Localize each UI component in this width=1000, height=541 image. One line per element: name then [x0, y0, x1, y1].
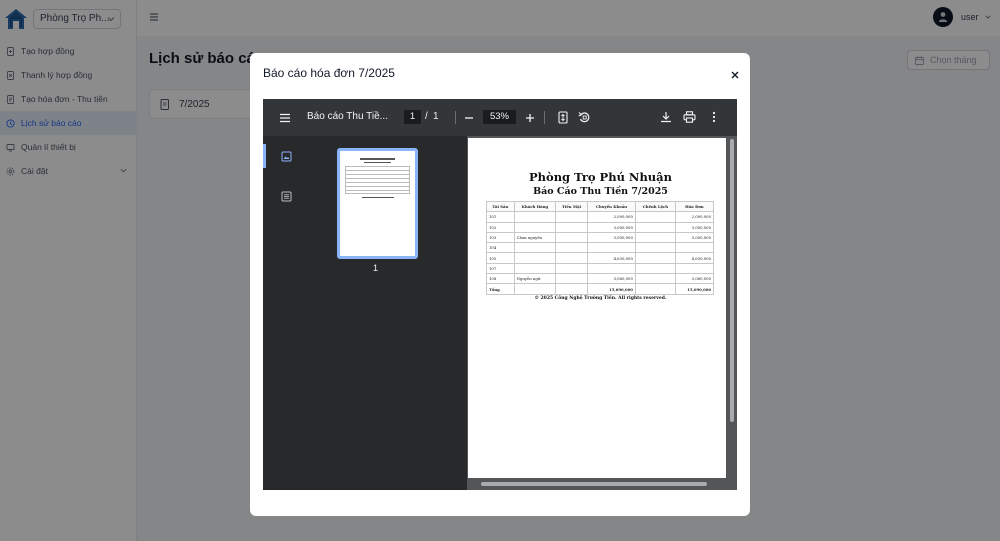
fit-page-icon[interactable] — [558, 111, 568, 124]
column-header: Tiền Mặt — [555, 200, 589, 213]
pdf-viewer: Báo cáo Thu Tiề... 1 / 1 53% 1 Phòng Trọ… — [263, 99, 737, 490]
outline-icon[interactable] — [281, 191, 292, 202]
cell-transfer: 3,060,000 — [587, 273, 636, 285]
cell-cash — [555, 262, 589, 275]
report-subtitle: Báo Cáo Thu Tiền 7/2025 — [533, 186, 668, 197]
cell-room: 102 — [486, 221, 515, 233]
pdf-thumbnail-sidebar: 1 — [263, 136, 467, 490]
pdf-toolbar: Báo cáo Thu Tiề... 1 / 1 53% — [263, 99, 737, 136]
sidebar-toggle-icon[interactable] — [279, 113, 291, 123]
cell-cash — [555, 252, 589, 264]
cell-invoice: 3,000,000 — [674, 221, 715, 233]
pdf-document-title: Báo cáo Thu Tiề... — [307, 111, 388, 122]
cell-cash — [555, 211, 589, 223]
rotate-icon[interactable] — [578, 111, 591, 124]
cell-difference — [634, 283, 676, 295]
toolbar-divider — [544, 111, 545, 124]
cell-cash — [555, 231, 589, 244]
cell-difference — [634, 262, 676, 275]
vertical-scrollbar[interactable] — [730, 139, 734, 422]
zoom-out-icon[interactable] — [464, 113, 474, 123]
table-header-row: Tài Sản Khách Hàng Tiền Mặt Chuyển Khoản… — [486, 200, 715, 213]
table-row: 107 — [486, 262, 715, 275]
column-header: Chênh Lệch — [634, 200, 676, 213]
table-row: 108 Nguyễn ngữ 3,060,000 3,060,000 — [486, 273, 715, 285]
cell-cash — [555, 273, 589, 285]
cell-cash — [555, 283, 589, 295]
zoom-in-icon[interactable] — [525, 113, 535, 123]
cell-invoice: 3,000,000 — [674, 231, 715, 244]
more-options-icon[interactable] — [712, 111, 716, 123]
zoom-level-input[interactable]: 53% — [483, 110, 516, 124]
pdf-document-view: Phòng Trọ Phú Nhuận Báo Cáo Thu Tiền 7/2… — [467, 136, 737, 490]
cell-transfer: 4,630,000 — [587, 252, 636, 264]
cell-room: 104 — [486, 242, 515, 254]
toolbar-divider — [455, 111, 456, 124]
cell-customer — [513, 242, 557, 254]
cell-cash — [555, 242, 589, 254]
modal-title: Báo cáo hóa đơn 7/2025 — [263, 66, 395, 80]
table-row: 104 — [486, 242, 715, 254]
cell-invoice: 2,000,000 — [674, 211, 715, 223]
cell-transfer: 3,000,000 — [587, 221, 636, 233]
cell-customer — [513, 221, 557, 233]
cell-transfer: 3,000,000 — [587, 231, 636, 244]
cell-room: 101 — [486, 211, 515, 223]
cell-invoice: 4,630,000 — [674, 252, 715, 264]
cell-customer — [513, 283, 557, 295]
column-header: Hóa Đơn — [674, 200, 715, 213]
cell-difference — [634, 242, 676, 254]
cell-transfer: 15,690,000 — [587, 283, 636, 295]
cell-difference — [634, 231, 676, 244]
cell-transfer: 2,000,000 — [587, 211, 636, 223]
cell-room: 108 — [486, 273, 515, 285]
cell-difference — [634, 273, 676, 285]
pdf-page: Phòng Trọ Phú Nhuận Báo Cáo Thu Tiền 7/2… — [468, 138, 726, 478]
report-modal: Báo cáo hóa đơn 7/2025 Báo cáo Thu Tiề..… — [250, 53, 750, 516]
table-row: 105 4,630,000 4,630,000 — [486, 252, 715, 264]
report-table: Tài Sản Khách Hàng Tiền Mặt Chuyển Khoản… — [486, 200, 715, 295]
cell-difference — [634, 252, 676, 264]
table-row: 101 2,000,000 2,000,000 — [486, 211, 715, 223]
thumbnail-page-number: 1 — [373, 263, 379, 273]
cell-room: 107 — [486, 262, 515, 275]
table-total-row: Tổng 15,690,000 15,690,000 — [486, 283, 715, 295]
active-indicator — [263, 144, 266, 168]
horizontal-scrollbar[interactable] — [481, 482, 707, 486]
download-icon[interactable] — [660, 111, 672, 123]
cell-customer — [513, 262, 557, 275]
cell-invoice: 3,060,000 — [674, 273, 715, 285]
page-thumbnail[interactable] — [337, 148, 418, 259]
cell-room: 105 — [486, 252, 515, 264]
cell-invoice — [674, 242, 715, 254]
table-row: 103 Chưa nguyên 3,000,000 3,000,000 — [486, 231, 715, 244]
cell-cash — [555, 221, 589, 233]
cell-invoice: 15,690,000 — [674, 283, 715, 295]
cell-room: 103 — [486, 231, 515, 244]
close-icon[interactable] — [730, 70, 740, 80]
report-title: Phòng Trọ Phú Nhuận — [529, 170, 672, 184]
cell-transfer — [587, 242, 636, 254]
cell-customer: Chưa nguyên — [513, 231, 557, 244]
page-separator: / — [425, 111, 428, 122]
report-footer: © 2025 Công Nghệ Trường Tiến. All rights… — [534, 296, 667, 301]
cell-customer: Nguyễn ngữ — [513, 273, 557, 285]
print-icon[interactable] — [683, 111, 696, 123]
cell-total-label: Tổng — [486, 283, 515, 295]
thumbnails-icon[interactable] — [281, 151, 292, 162]
cell-invoice — [674, 262, 715, 275]
cell-difference — [634, 221, 676, 233]
page-total: 1 — [433, 111, 439, 122]
table-row: 102 3,000,000 3,000,000 — [486, 221, 715, 233]
column-header: Tài Sản — [486, 200, 515, 213]
cell-customer — [513, 211, 557, 223]
page-number-input[interactable]: 1 — [404, 110, 421, 124]
column-header: Khách Hàng — [513, 200, 557, 213]
cell-transfer — [587, 262, 636, 275]
cell-difference — [634, 211, 676, 223]
cell-customer — [513, 252, 557, 264]
column-header: Chuyển Khoản — [587, 200, 636, 213]
